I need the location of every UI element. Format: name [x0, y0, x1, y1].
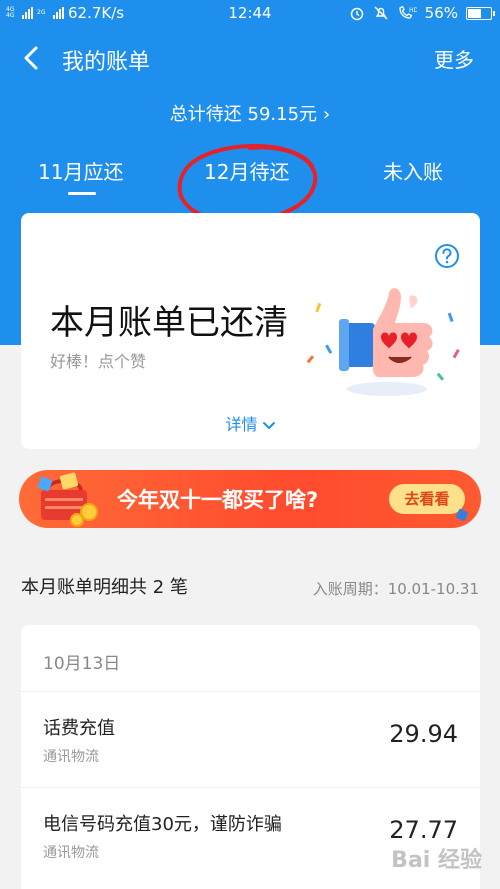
thumbs-up-icon — [306, 288, 460, 396]
transaction-row[interactable]: 话费充值 通讯物流 29.94 — [21, 692, 480, 788]
page-title: 我的账单 — [62, 50, 151, 75]
summary-card: 本月账单已还清 好棒！点个赞 详情 — [21, 213, 480, 449]
transaction-category: 通讯物流 — [43, 845, 99, 861]
svg-text:HD: HD — [409, 7, 417, 14]
details-link[interactable]: 详情 — [21, 411, 480, 435]
nav-bar: 我的账单 更多 — [0, 36, 500, 80]
more-button[interactable]: 更多 — [434, 44, 474, 73]
mute-icon — [374, 6, 388, 20]
tab-november-due[interactable]: 11月应还 — [38, 156, 123, 185]
hd-call-icon: HD — [399, 5, 417, 19]
battery-icon — [466, 6, 495, 20]
question-circle-icon[interactable] — [434, 243, 460, 269]
transaction-name: 话费充值 — [43, 718, 115, 739]
chevron-right-icon: › — [323, 104, 331, 125]
confetti-decoration — [455, 508, 469, 522]
chevron-down-icon — [262, 421, 275, 429]
banner-go-button[interactable]: 去看看 — [389, 484, 465, 514]
month-tabs: 11月应还 12月待还 未入账 — [0, 156, 500, 196]
chevron-left-icon[interactable] — [20, 44, 44, 72]
alarm-icon — [350, 7, 363, 21]
active-tab-indicator — [68, 192, 96, 195]
status-bar: 4G 4G 2G 62.7K/s 12:44 HD 56% — [0, 0, 500, 26]
details-label: 详情 — [225, 415, 258, 434]
bill-section-title: 本月账单明细共 2 笔 — [21, 577, 188, 598]
total-due-link[interactable]: 总计待还 59.15元 › — [0, 100, 500, 126]
watermark: Bai 经验 — [391, 848, 482, 873]
paid-off-subtitle: 好棒！点个赞 — [50, 352, 147, 371]
shopping-basket-icon — [37, 472, 98, 527]
status-right: HD 56% — [349, 4, 495, 22]
banner-text: 今年双十一都买了啥? — [117, 488, 319, 512]
transaction-category: 通讯物流 — [43, 749, 99, 765]
promo-banner[interactable]: 今年双十一都买了啥? 去看看 — [19, 470, 481, 528]
transaction-name: 电信号码充值30元，谨防诈骗 — [43, 814, 282, 835]
battery-percent: 56% — [424, 4, 458, 22]
total-due-text: 总计待还 59.15元 — [169, 104, 318, 125]
tab-unposted[interactable]: 未入账 — [383, 156, 443, 185]
transaction-amount: 27.77 — [389, 816, 458, 844]
battery-fill — [468, 8, 482, 18]
paid-off-title: 本月账单已还清 — [50, 303, 288, 343]
transaction-amount: 29.94 — [389, 720, 458, 748]
date-header: 10月13日 — [21, 625, 480, 692]
transaction-date: 10月13日 — [43, 654, 121, 674]
tab-december-pending[interactable]: 12月待还 — [204, 156, 289, 185]
bill-period: 入账周期：10.01-10.31 — [312, 580, 479, 598]
